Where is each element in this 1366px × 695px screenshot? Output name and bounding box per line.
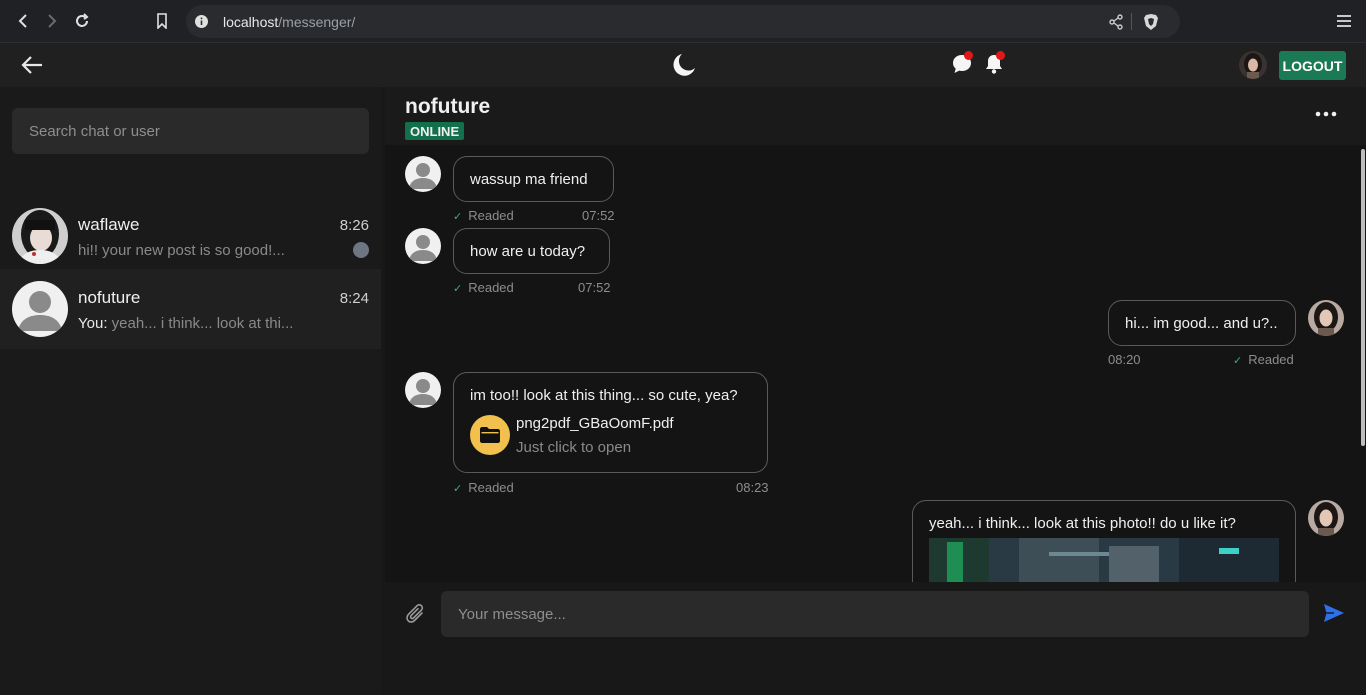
read-check-icon: ✓ xyxy=(453,211,463,223)
read-status: Readed xyxy=(1248,352,1294,367)
brave-shield-icon[interactable] xyxy=(1143,13,1159,31)
messages-notification[interactable] xyxy=(951,51,973,75)
avatar xyxy=(405,228,441,264)
back-arrow-icon[interactable] xyxy=(21,55,43,75)
share-icon[interactable] xyxy=(1108,14,1124,30)
message-status: ✓ Readed xyxy=(1233,352,1294,367)
avatar xyxy=(12,281,68,337)
chat-name: waflawe xyxy=(78,215,140,234)
message-time: 07:52 xyxy=(578,280,611,295)
chat-preview: You: yeah... i think... look at thi... xyxy=(78,315,308,332)
chat-name: nofuture xyxy=(78,288,141,307)
app-header: LOGOUT xyxy=(0,43,1366,87)
more-options-icon[interactable] xyxy=(1315,111,1337,117)
search-input[interactable]: Search chat or user xyxy=(12,108,369,154)
message-bubble: im too!! look at this thing... so cute, … xyxy=(453,372,768,473)
status-badge: ONLINE xyxy=(405,122,465,140)
notifications-bell[interactable] xyxy=(984,51,1005,75)
file-name: png2pdf_GBaOomF.pdf xyxy=(516,415,674,432)
unread-indicator xyxy=(353,242,369,258)
preview-text: yeah... i think... look at thi... xyxy=(107,315,294,332)
message-list[interactable]: wassup ma friend ✓ Readed 07:52 how are u… xyxy=(385,145,1366,582)
read-check-icon: ✓ xyxy=(453,483,463,495)
read-status: Readed xyxy=(468,280,514,295)
conversation-header: nofuture ONLINE xyxy=(385,87,1366,145)
url-divider xyxy=(1131,13,1132,30)
url-text[interactable]: localhost/messenger/ xyxy=(223,14,355,30)
back-icon[interactable] xyxy=(12,10,34,32)
avatar xyxy=(405,156,441,192)
photo-attachment[interactable] xyxy=(929,538,1279,582)
dark-mode-moon-icon[interactable] xyxy=(671,52,697,78)
message-input[interactable]: Your message... xyxy=(441,591,1309,637)
address-bar[interactable]: localhost/messenger/ xyxy=(186,5,1180,38)
message-text: yeah... i think... look at this photo!! … xyxy=(929,515,1236,532)
read-status: Readed xyxy=(468,480,514,495)
avatar xyxy=(12,208,68,264)
folder-icon xyxy=(470,415,510,455)
forward-icon[interactable] xyxy=(41,10,63,32)
avatar xyxy=(405,372,441,408)
message-text: im too!! look at this thing... so cute, … xyxy=(470,387,738,404)
read-check-icon: ✓ xyxy=(453,283,463,295)
message-time: 07:52 xyxy=(582,208,615,223)
avatar xyxy=(1308,500,1344,536)
message-time: 08:20 xyxy=(1108,352,1141,367)
message-status: ✓ Readed xyxy=(453,208,514,223)
notifications-badge xyxy=(996,51,1005,60)
chat-preview: hi!! your new post is so good!... xyxy=(78,242,285,259)
read-status: Readed xyxy=(468,208,514,223)
read-check-icon: ✓ xyxy=(1233,355,1243,367)
chat-time: 8:24 xyxy=(339,290,369,307)
info-icon[interactable] xyxy=(194,14,209,29)
url-host: localhost xyxy=(223,14,279,30)
avatar xyxy=(1308,300,1344,336)
chat-item-nofuture[interactable]: nofuture 8:24 You: yeah... i think... lo… xyxy=(0,269,381,349)
send-icon[interactable] xyxy=(1323,603,1345,623)
logout-button[interactable]: LOGOUT xyxy=(1279,51,1346,80)
user-avatar[interactable] xyxy=(1239,51,1267,79)
attach-paperclip-icon[interactable] xyxy=(405,602,427,626)
message-bubble: hi... im good... and u?.. xyxy=(1108,300,1296,346)
scrollbar-thumb[interactable] xyxy=(1361,149,1365,446)
message-status: ✓ Readed xyxy=(453,480,514,495)
messages-badge xyxy=(964,51,973,60)
menu-icon[interactable] xyxy=(1333,10,1355,32)
reload-icon[interactable] xyxy=(71,10,93,32)
message-bubble: wassup ma friend xyxy=(453,156,614,202)
file-attachment[interactable]: png2pdf_GBaOomF.pdf Just click to open xyxy=(470,415,740,457)
you-prefix: You: xyxy=(78,315,108,332)
message-composer: Your message... xyxy=(385,582,1366,695)
file-hint: Just click to open xyxy=(516,439,632,456)
message-bubble: yeah... i think... look at this photo!! … xyxy=(912,500,1296,582)
chat-time: 8:26 xyxy=(339,217,369,234)
message-status: ✓ Readed xyxy=(453,280,514,295)
message-bubble: how are u today? xyxy=(453,228,610,274)
conversation-title: nofuture xyxy=(405,95,491,118)
message-time: 08:23 xyxy=(736,480,769,495)
url-path: /messenger/ xyxy=(278,14,356,30)
browser-toolbar: localhost/messenger/ xyxy=(0,0,1366,43)
chat-item-waflawe[interactable]: waflawe 8:26 hi!! your new post is so go… xyxy=(0,196,381,276)
chat-sidebar: Search chat or user waflawe 8:26 hi!! yo… xyxy=(0,87,381,695)
bookmark-icon[interactable] xyxy=(151,10,173,32)
